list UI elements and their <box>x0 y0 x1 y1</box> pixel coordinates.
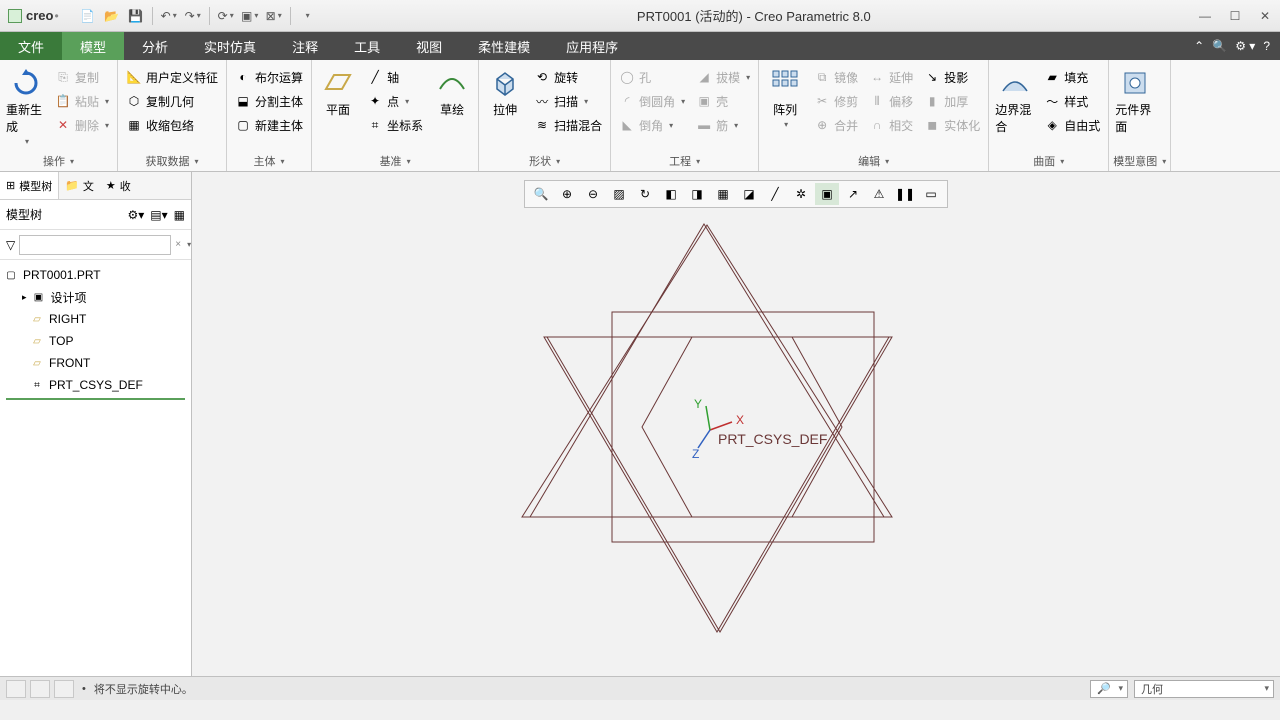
windows-icon[interactable]: ▣▾ <box>239 5 261 27</box>
delete-button[interactable]: ✕删除▾ <box>51 113 113 137</box>
extrude-button[interactable]: 拉伸 <box>483 65 527 120</box>
fill-button[interactable]: ▰填充 <box>1040 65 1104 89</box>
rib-button[interactable]: ▬筋▾ <box>692 113 754 137</box>
app-logo: creo • <box>0 8 67 23</box>
help-icon[interactable]: ? <box>1263 39 1270 53</box>
tab-model[interactable]: 模型 <box>62 32 124 60</box>
tree-columns-icon[interactable]: ▦ <box>174 208 185 222</box>
mirror-button[interactable]: ⧉镜像 <box>810 65 862 89</box>
copy-button[interactable]: ⎘复制 <box>51 65 113 89</box>
tree-tab-model[interactable]: ⊞模型树 <box>0 172 59 199</box>
project-button[interactable]: ↘投影 <box>920 65 984 89</box>
sweep-button[interactable]: 〰扫描▾ <box>530 89 606 113</box>
graphics-canvas[interactable]: X Y Z PRT_CSYS_DEF <box>192 172 1280 676</box>
search-icon[interactable]: 🔍 <box>1212 39 1227 53</box>
tab-apps[interactable]: 应用程序 <box>548 32 636 60</box>
tree-item-front[interactable]: ▱FRONT <box>0 352 191 374</box>
component-interface-button[interactable]: 元件界面 <box>1113 65 1157 137</box>
tree-root[interactable]: ▢PRT0001.PRT <box>0 264 191 286</box>
tree-display-icon[interactable]: ▤▾ <box>150 208 167 222</box>
selection-filter-combo[interactable]: 几何 <box>1134 680 1274 698</box>
settings-icon[interactable]: ⚙ ▾ <box>1235 39 1255 53</box>
freeform-button[interactable]: ◈自由式 <box>1040 113 1104 137</box>
save-icon[interactable]: 💾 <box>125 5 147 27</box>
sketch-button[interactable]: 草绘 <box>430 65 474 120</box>
tab-flex[interactable]: 柔性建模 <box>460 32 548 60</box>
csys-button[interactable]: ⌗坐标系 <box>363 113 427 137</box>
new-body-button[interactable]: ▢新建主体 <box>231 113 307 137</box>
solidify-button[interactable]: ◼实体化 <box>920 113 984 137</box>
redo-icon[interactable]: ↷▾ <box>182 5 204 27</box>
close-window-icon[interactable]: ⊠▾ <box>263 5 285 27</box>
window-title: PRT0001 (活动的) - Creo Parametric 8.0 <box>318 6 1190 25</box>
style-button[interactable]: 〜样式 <box>1040 89 1104 113</box>
tab-annotation[interactable]: 注释 <box>274 32 336 60</box>
filter-icon[interactable]: ▽ <box>6 238 15 252</box>
tree-tab-fav[interactable]: ★收 <box>100 172 137 199</box>
minimize-button[interactable]: — <box>1190 4 1220 28</box>
tree-item-right[interactable]: ▱RIGHT <box>0 308 191 330</box>
revolve-button[interactable]: ⟲旋转 <box>530 65 606 89</box>
tree-header-label: 模型树 <box>6 206 42 223</box>
status-web-icon[interactable] <box>30 680 50 698</box>
tree-settings-icon[interactable]: ⚙▾ <box>128 208 145 222</box>
draft-button[interactable]: ◢拔模▾ <box>692 65 754 89</box>
shrinkwrap-button[interactable]: ▦收缩包络 <box>122 113 222 137</box>
csys-label: PRT_CSYS_DEF <box>718 431 827 447</box>
offset-button[interactable]: ⫴偏移 <box>865 89 917 113</box>
thicken-button[interactable]: ▮加厚 <box>920 89 984 113</box>
intersect-button[interactable]: ∩相交 <box>865 113 917 137</box>
tree-item-top[interactable]: ▱TOP <box>0 330 191 352</box>
trim-button[interactable]: ✂修剪 <box>810 89 862 113</box>
open-file-icon[interactable]: 📂 <box>101 5 123 27</box>
svg-text:Z: Z <box>692 447 699 461</box>
status-select-icon[interactable] <box>54 680 74 698</box>
tree-item-design[interactable]: ▸▣设计项 <box>0 286 191 308</box>
close-button[interactable]: ✕ <box>1250 4 1280 28</box>
round-button[interactable]: ◜倒圆角▾ <box>615 89 689 113</box>
plane-button[interactable]: 平面 <box>316 65 360 120</box>
maximize-button[interactable]: ☐ <box>1220 4 1250 28</box>
svg-text:Y: Y <box>694 397 702 411</box>
tab-analysis[interactable]: 分析 <box>124 32 186 60</box>
point-button[interactable]: ✦点▾ <box>363 89 427 113</box>
new-file-icon[interactable]: 📄 <box>77 5 99 27</box>
undo-icon[interactable]: ↶▾ <box>158 5 180 27</box>
regenerate-button[interactable]: 重新生成▾ <box>4 65 48 148</box>
status-msg-icon[interactable] <box>6 680 26 698</box>
split-body-button[interactable]: ⬓分割主体 <box>231 89 307 113</box>
sweep-blend-button[interactable]: ≋扫描混合 <box>530 113 606 137</box>
qat-customize-icon[interactable]: ▾ <box>296 5 318 27</box>
tab-view[interactable]: 视图 <box>398 32 460 60</box>
tree-tab-folder[interactable]: 📁文 <box>59 172 100 199</box>
find-combo[interactable]: 🔎 <box>1090 680 1128 698</box>
tree-search-input[interactable] <box>19 235 171 255</box>
boolean-button[interactable]: ◐布尔运算 <box>231 65 307 89</box>
search-dropdown-icon[interactable]: ▾ <box>187 240 191 249</box>
tab-simulation[interactable]: 实时仿真 <box>186 32 274 60</box>
tree-insert-marker[interactable] <box>6 398 185 400</box>
extend-button[interactable]: ↔延伸 <box>865 65 917 89</box>
merge-button[interactable]: ⊕合并 <box>810 113 862 137</box>
paste-button[interactable]: 📋粘贴▾ <box>51 89 113 113</box>
udf-button[interactable]: 📐用户定义特征 <box>122 65 222 89</box>
chamfer-button[interactable]: ◣倒角▾ <box>615 113 689 137</box>
tree-item-csys[interactable]: ⌗PRT_CSYS_DEF <box>0 374 191 396</box>
svg-text:X: X <box>736 413 744 427</box>
pattern-button[interactable]: 阵列▾ <box>763 65 807 131</box>
shell-button[interactable]: ▣壳 <box>692 89 754 113</box>
regen-icon[interactable]: ⟳▾ <box>215 5 237 27</box>
clear-search-icon[interactable]: × <box>175 239 181 250</box>
axis-button[interactable]: ╱轴 <box>363 65 427 89</box>
collapse-ribbon-icon[interactable]: ⌃ <box>1194 39 1204 53</box>
status-message: 将不显示旋转中心。 <box>94 681 193 697</box>
hole-button[interactable]: ◯孔 <box>615 65 689 89</box>
boundary-blend-button[interactable]: 边界混合 <box>993 65 1037 137</box>
tab-tools[interactable]: 工具 <box>336 32 398 60</box>
tab-file[interactable]: 文件 <box>0 32 62 60</box>
copygeom-button[interactable]: ⬡复制几何 <box>122 89 222 113</box>
